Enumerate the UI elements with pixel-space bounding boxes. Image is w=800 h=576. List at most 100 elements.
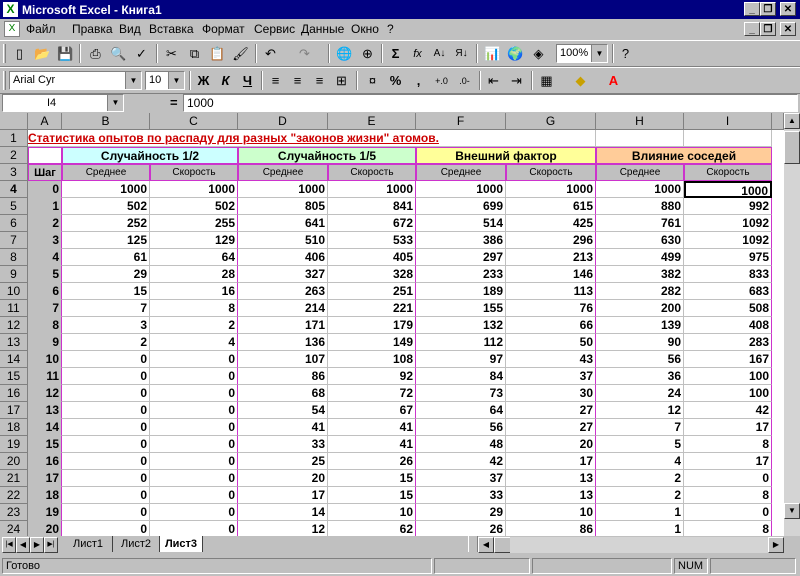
data-cell[interactable]: 149 bbox=[328, 334, 416, 351]
data-cell[interactable]: 0 bbox=[684, 504, 772, 521]
data-cell[interactable]: 1 bbox=[28, 198, 62, 215]
maximize-button[interactable]: ❐ bbox=[760, 2, 776, 16]
data-cell[interactable]: 992 bbox=[684, 198, 772, 215]
data-cell[interactable]: 6 bbox=[28, 283, 62, 300]
paste-icon[interactable]: 📋 bbox=[207, 44, 228, 64]
data-cell[interactable]: 10 bbox=[328, 504, 416, 521]
data-cell[interactable]: 8 bbox=[28, 317, 62, 334]
doc-restore-button[interactable]: ❐ bbox=[760, 22, 776, 36]
data-cell[interactable]: 255 bbox=[150, 215, 238, 232]
data-cell[interactable]: 328 bbox=[328, 266, 416, 283]
chevron-down-icon[interactable]: ▼ bbox=[125, 72, 141, 89]
data-cell[interactable]: 1000 bbox=[328, 181, 416, 198]
data-cell[interactable]: 0 bbox=[62, 487, 150, 504]
menu-insert[interactable]: Вставка bbox=[149, 22, 194, 36]
sub-label[interactable]: Скорость bbox=[684, 164, 772, 181]
row-header[interactable]: 1 bbox=[0, 130, 28, 147]
data-cell[interactable]: 510 bbox=[238, 232, 328, 249]
menu-file[interactable]: Файл bbox=[26, 22, 56, 36]
underline-button[interactable]: Ч bbox=[237, 71, 258, 91]
autosum-icon[interactable]: Σ bbox=[385, 44, 406, 64]
tab-sheet3[interactable]: Лист3 bbox=[160, 536, 203, 552]
data-cell[interactable]: 100 bbox=[684, 385, 772, 402]
data-cell[interactable]: 502 bbox=[150, 198, 238, 215]
data-cell[interactable]: 20 bbox=[28, 521, 62, 536]
data-cell[interactable]: 615 bbox=[506, 198, 596, 215]
row-header[interactable]: 21 bbox=[0, 470, 28, 487]
data-cell[interactable]: 1000 bbox=[150, 181, 238, 198]
data-cell[interactable]: 62 bbox=[328, 521, 416, 536]
data-cell[interactable]: 0 bbox=[150, 402, 238, 419]
print-preview-icon[interactable]: 🔍 bbox=[108, 44, 129, 64]
data-cell[interactable]: 189 bbox=[416, 283, 506, 300]
data-cell[interactable]: 386 bbox=[416, 232, 506, 249]
data-cell[interactable]: 12 bbox=[596, 402, 684, 419]
data-cell[interactable]: 0 bbox=[150, 385, 238, 402]
data-cell[interactable]: 0 bbox=[150, 419, 238, 436]
chevron-down-icon[interactable]: ▼ bbox=[107, 95, 123, 111]
data-cell[interactable]: 155 bbox=[416, 300, 506, 317]
last-sheet-icon[interactable]: ▶| bbox=[44, 537, 58, 553]
data-cell[interactable]: 42 bbox=[684, 402, 772, 419]
group-header[interactable]: Внешний фактор bbox=[416, 147, 596, 164]
data-cell[interactable]: 0 bbox=[62, 436, 150, 453]
data-cell[interactable]: 56 bbox=[416, 419, 506, 436]
data-cell[interactable]: 76 bbox=[506, 300, 596, 317]
data-cell[interactable]: 533 bbox=[328, 232, 416, 249]
decrease-indent-icon[interactable]: ⇤ bbox=[483, 71, 504, 91]
cell-i1[interactable] bbox=[684, 130, 772, 147]
data-cell[interactable]: 7 bbox=[62, 300, 150, 317]
data-cell[interactable]: 26 bbox=[416, 521, 506, 536]
row-header[interactable]: 18 bbox=[0, 419, 28, 436]
data-cell[interactable]: 1000 bbox=[506, 181, 596, 198]
data-cell[interactable]: 8 bbox=[150, 300, 238, 317]
first-sheet-icon[interactable]: |◀ bbox=[2, 537, 16, 553]
data-cell[interactable]: 221 bbox=[328, 300, 416, 317]
data-cell[interactable]: 0 bbox=[150, 436, 238, 453]
data-cell[interactable]: 408 bbox=[684, 317, 772, 334]
data-cell[interactable]: 56 bbox=[596, 351, 684, 368]
data-cell[interactable]: 0 bbox=[150, 351, 238, 368]
data-cell[interactable]: 8 bbox=[684, 436, 772, 453]
row-header[interactable]: 17 bbox=[0, 402, 28, 419]
data-cell[interactable]: 761 bbox=[596, 215, 684, 232]
data-cell[interactable]: 24 bbox=[596, 385, 684, 402]
font-size-select[interactable]: 10 ▼ bbox=[145, 71, 185, 90]
data-cell[interactable]: 19 bbox=[28, 504, 62, 521]
data-cell[interactable]: 136 bbox=[238, 334, 328, 351]
data-cell[interactable]: 61 bbox=[62, 249, 150, 266]
cell-a2[interactable] bbox=[28, 147, 62, 164]
font-color-icon[interactable]: A bbox=[603, 71, 624, 91]
data-cell[interactable]: 25 bbox=[238, 453, 328, 470]
data-cell[interactable]: 54 bbox=[238, 402, 328, 419]
data-cell[interactable]: 17 bbox=[28, 470, 62, 487]
office-assistant-icon[interactable]: ? bbox=[615, 44, 636, 64]
doc-close-button[interactable]: ✕ bbox=[780, 22, 796, 36]
data-cell[interactable]: 0 bbox=[150, 521, 238, 536]
data-cell[interactable]: 15 bbox=[328, 487, 416, 504]
data-cell[interactable]: 16 bbox=[28, 453, 62, 470]
column-header-f[interactable]: F bbox=[416, 113, 506, 130]
data-cell[interactable]: 502 bbox=[62, 198, 150, 215]
data-cell[interactable]: 8 bbox=[684, 521, 772, 536]
data-cell[interactable]: 33 bbox=[416, 487, 506, 504]
data-cell[interactable]: 41 bbox=[238, 419, 328, 436]
align-center-icon[interactable]: ≡ bbox=[287, 71, 308, 91]
fill-color-icon[interactable]: ◆ bbox=[570, 71, 591, 91]
data-cell[interactable]: 2 bbox=[150, 317, 238, 334]
function-icon[interactable]: fx bbox=[407, 44, 428, 64]
data-cell[interactable]: 67 bbox=[328, 402, 416, 419]
data-cell[interactable]: 297 bbox=[416, 249, 506, 266]
redo-icon[interactable]: ↷ bbox=[294, 44, 315, 64]
select-all-corner[interactable] bbox=[0, 113, 28, 130]
data-cell[interactable]: 15 bbox=[28, 436, 62, 453]
data-cell[interactable]: 167 bbox=[684, 351, 772, 368]
data-cell[interactable]: 233 bbox=[416, 266, 506, 283]
data-cell[interactable]: 64 bbox=[416, 402, 506, 419]
formula-input[interactable]: 1000 bbox=[183, 94, 798, 112]
sub-label[interactable]: Среднее bbox=[62, 164, 150, 181]
data-cell[interactable]: 146 bbox=[506, 266, 596, 283]
data-cell[interactable]: 171 bbox=[238, 317, 328, 334]
data-cell[interactable]: 84 bbox=[416, 368, 506, 385]
data-cell[interactable]: 66 bbox=[506, 317, 596, 334]
